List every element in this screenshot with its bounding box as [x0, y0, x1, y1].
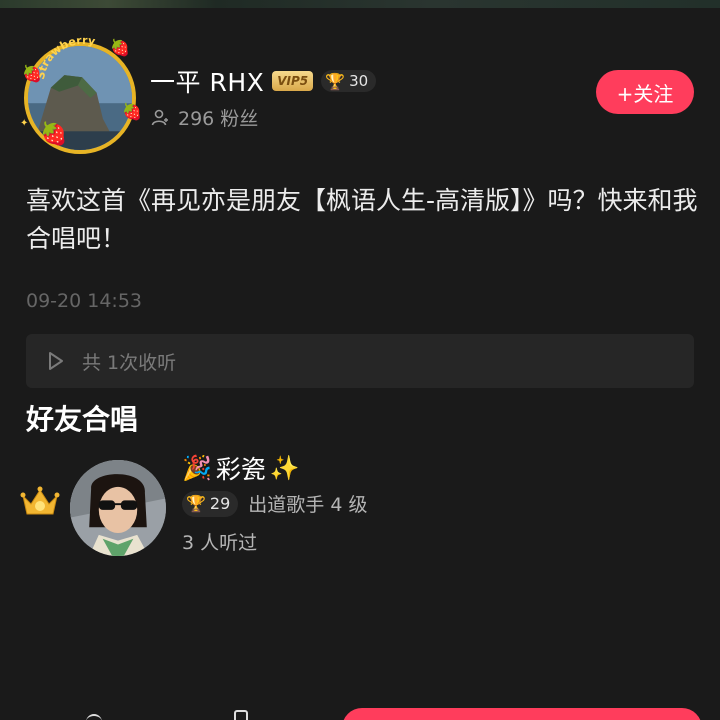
trophy-icon: 🏆	[325, 71, 346, 91]
strawberry-icon: 🍓	[122, 102, 142, 121]
sparkle-icon: ✦	[20, 118, 29, 129]
friend-avatar[interactable]	[70, 460, 166, 556]
friend-trophy-badge[interactable]: 🏆 29	[182, 490, 239, 517]
trophy-icon: 🏆	[186, 494, 206, 513]
friend-meta-row: 🏆 29 出道歌手 4 级	[182, 490, 367, 517]
duet-section-title: 好友合唱	[26, 403, 139, 436]
trophy-badge[interactable]: 🏆 30	[321, 70, 377, 92]
username[interactable]: 一平 RHX	[150, 63, 264, 99]
profile-avatar-frame[interactable]: Strawberry 🍓 🍓 🍓 🍓 ✦	[18, 30, 146, 158]
friend-name: 彩瓷	[215, 455, 266, 484]
gift-icon[interactable]	[234, 710, 248, 720]
listen-count-box[interactable]: 共 1次收听	[26, 334, 694, 388]
strawberry-icon: 🍓	[22, 64, 42, 83]
person-icon	[151, 109, 168, 125]
play-icon	[49, 352, 63, 370]
post-description: 喜欢这首《再见亦是朋友【枫语人生-高清版】》吗？快来和我合唱吧！	[26, 186, 698, 253]
friend-trophy-count: 29	[209, 494, 231, 513]
friend-listen-count: 3 人听过	[182, 532, 258, 554]
fans-row[interactable]: 296 粉丝	[150, 104, 258, 131]
share-icon[interactable]	[86, 714, 102, 720]
friend-level: 出道歌手 4 级	[248, 494, 368, 516]
vip-badge[interactable]: VIP5	[272, 71, 314, 91]
duet-action-button[interactable]	[342, 708, 702, 720]
party-popper-icon: 🎉	[182, 454, 212, 482]
friend-name-row[interactable]: 🎉 彩瓷 ✨	[182, 450, 300, 486]
profile-name-row: 一平 RHX VIP5 🏆 30	[150, 63, 377, 99]
fans-count: 296 粉丝	[178, 108, 259, 130]
crown-icon	[20, 486, 60, 515]
top-image-strip	[0, 0, 720, 8]
follow-button[interactable]: +关注	[596, 70, 694, 114]
badge-arc-text: Strawberry	[34, 34, 96, 81]
sparkles-icon: ✨	[269, 454, 300, 482]
trophy-count: 30	[349, 72, 369, 90]
strawberry-icon: 🍓	[40, 122, 68, 147]
listen-count-label: 共 1次收听	[82, 351, 177, 374]
strawberry-icon: 🍓	[110, 38, 130, 57]
svg-text:Strawberry: Strawberry	[34, 34, 96, 81]
post-timestamp: 09-20 14:53	[26, 290, 143, 312]
